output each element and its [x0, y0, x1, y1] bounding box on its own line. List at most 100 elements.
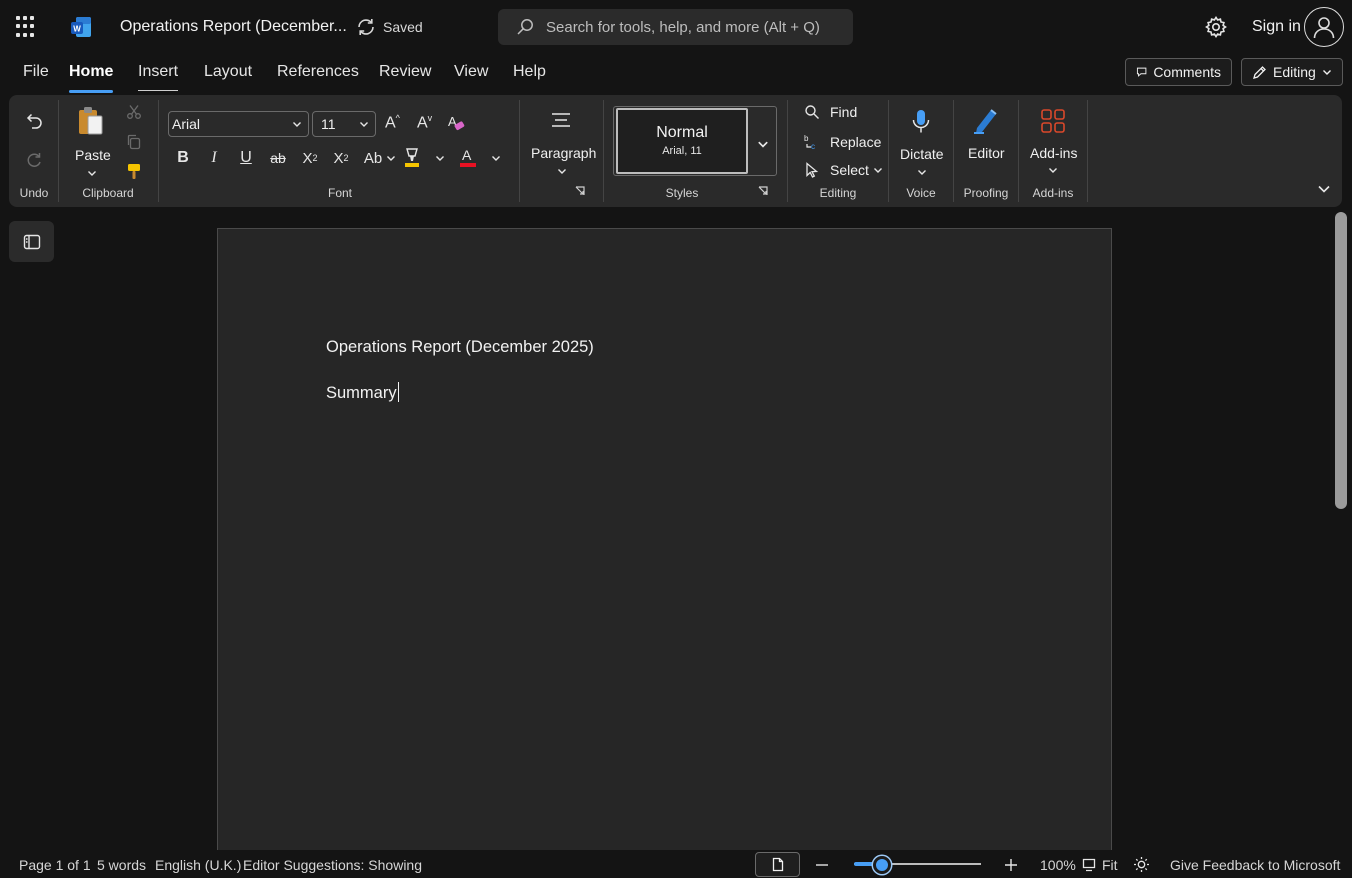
- tab-references[interactable]: References: [277, 63, 359, 87]
- sign-in-link[interactable]: Sign in: [1252, 18, 1301, 36]
- chevron-down-icon[interactable]: [491, 153, 501, 163]
- editor-label[interactable]: Editor: [968, 145, 1005, 161]
- font-family-combo[interactable]: Arial: [168, 111, 309, 137]
- strikethrough-icon[interactable]: ab: [265, 146, 291, 170]
- find-label: Find: [830, 104, 858, 120]
- paste-label[interactable]: Paste: [75, 147, 111, 163]
- shrink-font-icon[interactable]: Av: [417, 113, 432, 132]
- editor-suggestions-status[interactable]: Editor Suggestions: Showing: [243, 857, 422, 873]
- save-status[interactable]: Saved: [355, 16, 423, 38]
- format-painter-icon[interactable]: [126, 163, 142, 181]
- tab-review[interactable]: Review: [379, 63, 431, 87]
- avatar[interactable]: [1304, 7, 1344, 47]
- search-icon: [805, 105, 819, 119]
- search-input[interactable]: [546, 18, 846, 36]
- document-paragraph[interactable]: Summary: [326, 382, 399, 403]
- add-ins-icon[interactable]: [1040, 108, 1066, 134]
- chevron-down-icon[interactable]: [1048, 165, 1058, 175]
- dialog-launcher-icon[interactable]: [758, 186, 768, 196]
- comments-button[interactable]: Comments: [1125, 58, 1232, 86]
- font-group-label: Font: [327, 186, 352, 200]
- chevron-down-icon: [873, 168, 882, 173]
- print-layout-button[interactable]: [755, 852, 800, 877]
- document-heading[interactable]: Operations Report (December 2025): [326, 338, 594, 357]
- user-icon: [1313, 17, 1335, 39]
- highlighter-icon[interactable]: [403, 146, 423, 168]
- pencil-icon: [1253, 65, 1266, 79]
- clear-formatting-icon[interactable]: A: [447, 113, 467, 133]
- voice-group-label: Voice: [906, 186, 936, 200]
- chevron-down-icon[interactable]: [87, 168, 97, 178]
- svg-text:W: W: [73, 25, 81, 34]
- editor-pen-icon[interactable]: [971, 106, 1001, 136]
- bold-icon[interactable]: B: [170, 146, 196, 170]
- font-family-value: Arial: [172, 116, 201, 132]
- superscript-icon[interactable]: X2: [328, 146, 354, 170]
- language-status[interactable]: English (U.K.): [155, 857, 241, 873]
- editing-mode-button[interactable]: Editing: [1241, 58, 1343, 86]
- ribbon-separator: [953, 100, 954, 202]
- chevron-down-icon[interactable]: [557, 166, 567, 176]
- select-button[interactable]: Select: [804, 162, 883, 178]
- redo-icon[interactable]: [24, 150, 44, 170]
- zoom-slider-handle[interactable]: [873, 856, 891, 874]
- gear-icon[interactable]: [1204, 15, 1228, 39]
- font-size-combo[interactable]: 11: [312, 111, 376, 137]
- app-launcher-icon[interactable]: [16, 16, 38, 38]
- replace-button[interactable]: b c Replace: [804, 133, 881, 151]
- style-normal[interactable]: Normal Arial, 11: [616, 108, 748, 174]
- dialog-launcher-icon[interactable]: [575, 186, 585, 196]
- comments-label: Comments: [1153, 64, 1221, 80]
- paragraph-icon[interactable]: [550, 111, 572, 131]
- tab-file[interactable]: File: [23, 63, 49, 87]
- tab-view[interactable]: View: [454, 63, 488, 87]
- zoom-in-icon[interactable]: [1004, 858, 1018, 872]
- find-button[interactable]: Find: [804, 104, 857, 120]
- underline-icon[interactable]: U: [233, 146, 259, 170]
- copy-icon[interactable]: [126, 134, 142, 150]
- chevron-down-icon[interactable]: [386, 153, 396, 163]
- fit-button[interactable]: Fit: [1082, 857, 1118, 873]
- chevron-down-icon[interactable]: [757, 138, 769, 150]
- document-page[interactable]: [217, 228, 1112, 868]
- ribbon-expand-icon[interactable]: [1317, 183, 1331, 195]
- page-icon: [772, 857, 783, 872]
- svg-text:c: c: [811, 142, 815, 151]
- sync-icon: [358, 19, 374, 35]
- chevron-down-icon[interactable]: [435, 153, 445, 163]
- subscript-icon[interactable]: X2: [297, 146, 323, 170]
- tab-help[interactable]: Help: [513, 63, 546, 87]
- font-color-icon[interactable]: A: [459, 146, 479, 168]
- tab-home[interactable]: Home: [69, 63, 114, 93]
- cut-icon[interactable]: [126, 104, 142, 120]
- dictate-label[interactable]: Dictate: [900, 146, 944, 162]
- add-ins-label[interactable]: Add-ins: [1030, 145, 1077, 161]
- paragraph-label[interactable]: Paragraph: [531, 145, 596, 161]
- styles-group-label: Styles: [665, 186, 699, 200]
- italic-icon[interactable]: I: [201, 146, 227, 170]
- document-title[interactable]: Operations Report (December...: [120, 18, 347, 36]
- microphone-icon[interactable]: [910, 108, 932, 136]
- search-box[interactable]: [498, 9, 853, 45]
- fit-icon: [1082, 858, 1096, 872]
- brightness-icon[interactable]: [1133, 856, 1150, 873]
- vertical-scrollbar[interactable]: [1335, 212, 1347, 509]
- paste-icon[interactable]: [77, 105, 105, 137]
- tab-insert[interactable]: Insert: [138, 63, 179, 91]
- chevron-down-icon[interactable]: [359, 119, 369, 129]
- chevron-down-icon: [1322, 70, 1331, 75]
- undo-icon[interactable]: [24, 110, 44, 130]
- feedback-link[interactable]: Give Feedback to Microsoft: [1170, 857, 1340, 873]
- navigation-pane-button[interactable]: [9, 221, 54, 262]
- chevron-down-icon[interactable]: [917, 167, 927, 177]
- ribbon-separator: [519, 100, 520, 202]
- fit-label: Fit: [1102, 857, 1118, 873]
- word-count[interactable]: 5 words: [97, 857, 146, 873]
- zoom-out-icon[interactable]: [815, 858, 829, 872]
- grow-font-icon[interactable]: A^: [385, 113, 400, 132]
- change-case-icon[interactable]: Ab: [360, 146, 386, 170]
- svg-text:A: A: [462, 147, 472, 163]
- tab-layout[interactable]: Layout: [204, 63, 252, 87]
- zoom-level[interactable]: 100%: [1040, 857, 1076, 873]
- chevron-down-icon[interactable]: [292, 119, 302, 129]
